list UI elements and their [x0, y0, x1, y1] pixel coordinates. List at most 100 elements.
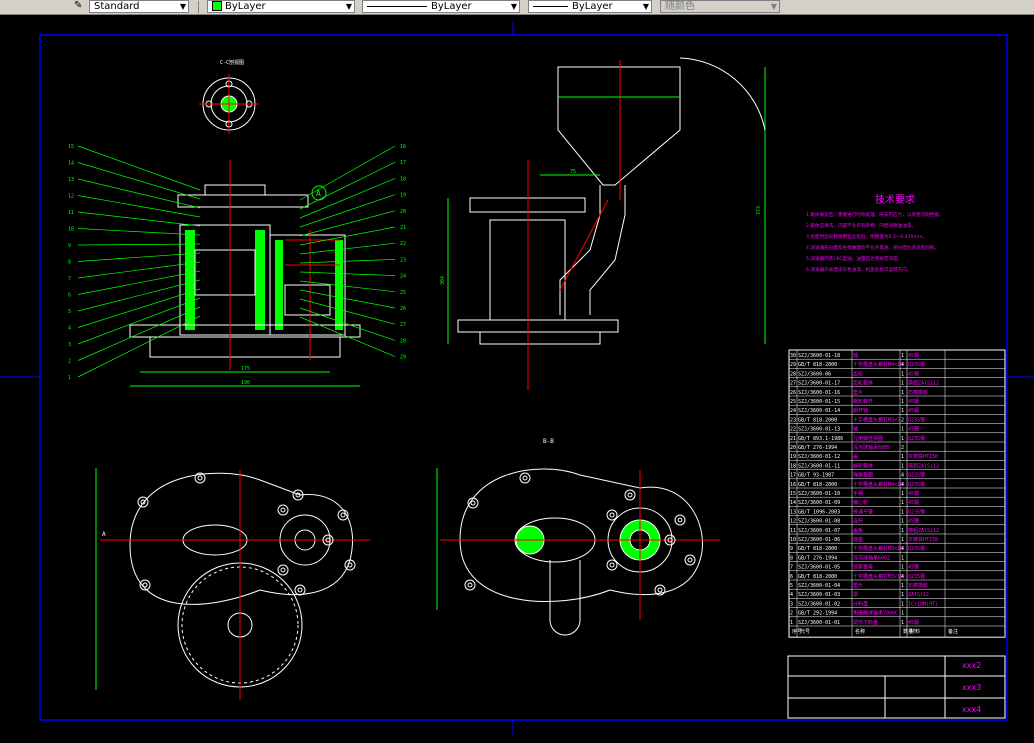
table-cell: SZJ/3600-01-13 — [798, 427, 840, 433]
table-cell: 偏心轮 — [853, 499, 868, 506]
parts-list-table: 30 SZJ/3600-01-18 轴 1 45钢29 GB/T 818-2000 十字槽盘… — [788, 349, 1006, 638]
plot-style-dropdown[interactable]: 随颜色 ▼ — [660, 0, 780, 13]
table-cell: 十字槽盘头螺钉M4×10 — [853, 361, 903, 368]
table-cell: 盖板 — [853, 527, 863, 534]
table-cell: Q235钢 — [908, 545, 925, 552]
bolt-hole — [519, 472, 531, 484]
table-cell: 4 — [901, 482, 904, 488]
table-cell: 4 — [901, 362, 904, 368]
bolt-hole-inner — [142, 582, 148, 588]
table-cell: 45钢 — [908, 490, 919, 497]
text-style-icon[interactable]: ✎ — [70, 0, 88, 13]
table-cell: 2 — [901, 417, 904, 423]
table-cell: 45钢 — [908, 518, 919, 525]
drawing-canvas[interactable]: C-C剖视图 175 196 A 151413121110987654321 1… — [0, 14, 1034, 743]
color-dropdown[interactable]: ByLayer ▼ — [207, 0, 355, 13]
lineweight-dropdown[interactable]: ByLayer ▼ — [528, 0, 652, 13]
dim-304: 304 — [440, 276, 446, 285]
table-cell: 4 — [901, 473, 904, 479]
section-cc-view: C-C剖视图 — [199, 59, 259, 134]
table-cell: SZJ/3600-01-10 — [798, 491, 840, 497]
table-cell: 1 — [901, 436, 904, 442]
table-header: 材料 — [910, 628, 920, 635]
callout-number: 23 — [400, 257, 406, 263]
table-cell: 手柄 — [853, 490, 863, 497]
table-cell: 1 — [901, 500, 904, 506]
callout-number: 1 — [68, 375, 71, 381]
leader-line — [77, 243, 201, 246]
table-cell: 灰铸铁HT150 — [908, 453, 938, 460]
table-cell: 轴 — [853, 352, 858, 359]
table-cell: 45钢 — [908, 564, 919, 571]
callout-number: 2 — [68, 359, 71, 365]
table-cell: 24 — [790, 408, 796, 414]
table-cell: 27 — [790, 381, 796, 387]
leader-line — [299, 289, 396, 309]
section-cc-label: C-C剖视图 — [220, 59, 244, 66]
table-cell: 十字槽盘头螺钉M3×5 — [853, 416, 900, 423]
table-cell: 1 — [901, 463, 904, 469]
table-cell: 3 — [790, 601, 793, 607]
callout-number: 21 — [400, 225, 406, 231]
bolt-hole-inner — [280, 507, 286, 513]
table-cell: GB/T 93-1987 — [798, 473, 834, 479]
table-cell: 17 — [790, 473, 796, 479]
table-cell: SZJ/3600-01-03 — [798, 592, 840, 598]
callout-number: 29 — [400, 355, 406, 361]
toolbar-divider — [198, 1, 199, 13]
table-cell: 5 — [790, 583, 793, 589]
table-cell: 盖 — [853, 453, 858, 460]
table-cell: 分料盘 — [853, 600, 868, 607]
tech-note: 4.减速器剖分面及各接触面均不允许漏油，剖分面允许涂密封胶。 — [806, 244, 939, 251]
table-cell: SZJ/3600-01-16 — [798, 390, 840, 396]
callout-number: 25 — [400, 290, 406, 296]
callout-number: 28 — [400, 338, 406, 344]
table-cell: SZJ/3600-01-04 — [798, 583, 840, 589]
bolt-hole — [277, 564, 289, 576]
callout-number: 19 — [400, 193, 406, 199]
table-cell: SZJ/3600-01-17 — [798, 381, 840, 387]
side-view-hopper: 75 373 304 — [440, 57, 766, 390]
table-cell: 12 — [790, 519, 796, 525]
bolt-hole-inner — [522, 475, 528, 481]
leader-line — [299, 280, 396, 293]
linetype-dropdown[interactable]: ByLayer ▼ — [362, 0, 520, 13]
table-cell: SZJ/3600-01-12 — [798, 454, 840, 460]
callout-number: 27 — [400, 322, 406, 328]
table-cell: 1 — [901, 601, 904, 607]
table-cell: 1 — [901, 408, 904, 414]
table-cell: SZJ/3600-01-18 — [798, 353, 840, 359]
bolt-hole-inner — [687, 557, 693, 563]
tech-note: 6.减速器外表面涂灰色油漆，机盖处标识运转方向。 — [806, 266, 911, 273]
table-cell: 7 — [790, 565, 793, 571]
table-cell: GB/T 818-2000 — [798, 362, 837, 368]
table-cell: 30 — [790, 353, 796, 359]
dim-75: 75 — [570, 169, 576, 175]
table-cell: 1 — [901, 381, 904, 387]
table-cell: 蜗轮蜗杆 — [853, 398, 873, 405]
callout-number: 13 — [68, 177, 74, 183]
table-cell: 4 — [901, 574, 904, 580]
bolt-hole-inner — [677, 517, 683, 523]
text-style-dropdown[interactable]: Standard ▼ — [89, 0, 189, 13]
bolt-hole-inner — [197, 475, 203, 481]
table-cell: GB/T 818-2000 — [798, 546, 837, 552]
table-cell: 角接触球轴承7000C — [853, 610, 898, 617]
table-cell: SZJ/3600-01-09 — [798, 500, 840, 506]
leader-line — [299, 194, 396, 228]
table-cell: 垫片 — [853, 389, 863, 396]
leader-line — [77, 279, 201, 312]
callout-number: 26 — [400, 306, 406, 312]
table-cell: 16 — [790, 482, 796, 488]
table-cell: 45钢 — [908, 619, 919, 626]
leader-line — [299, 210, 396, 237]
bolt-hole-inner — [280, 567, 286, 573]
table-cell: 十字槽盘头螺钉M4×10 — [853, 481, 903, 488]
table-cell: 25 — [790, 399, 796, 405]
callout-number: 3 — [68, 342, 71, 348]
bolt-hole — [606, 509, 618, 521]
title-field-2: xxx3 — [962, 683, 981, 692]
leader-line — [77, 228, 201, 236]
leader-line — [77, 252, 201, 262]
table-cell: 1 — [901, 565, 904, 571]
